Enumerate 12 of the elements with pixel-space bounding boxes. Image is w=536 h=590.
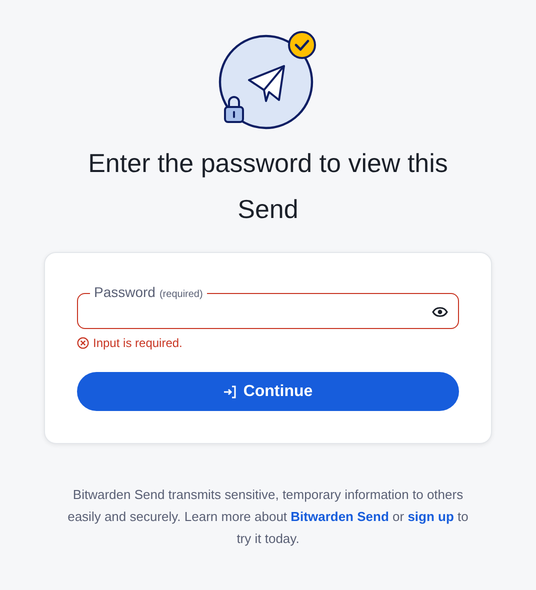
sign-up-link[interactable]: sign up [408,509,454,524]
required-hint: (required) [159,288,203,302]
continue-button[interactable]: Continue [77,372,459,411]
error-message: Input is required. [93,336,182,350]
page-heading: Enter the password to view this Send [87,147,449,226]
error-icon [77,337,89,349]
eye-icon[interactable] [432,306,448,318]
field-label: Password [94,285,156,299]
info-paragraph: Bitwarden Send transmits sensitive, temporary information to others easily and securely. Learn more about Bitwarden Send or sign up to try it today. [66,486,470,548]
send-link[interactable]: Bitwarden Send [290,509,389,524]
sign-in-icon [223,384,238,398]
password-field[interactable]: Password (required) [77,285,459,329]
